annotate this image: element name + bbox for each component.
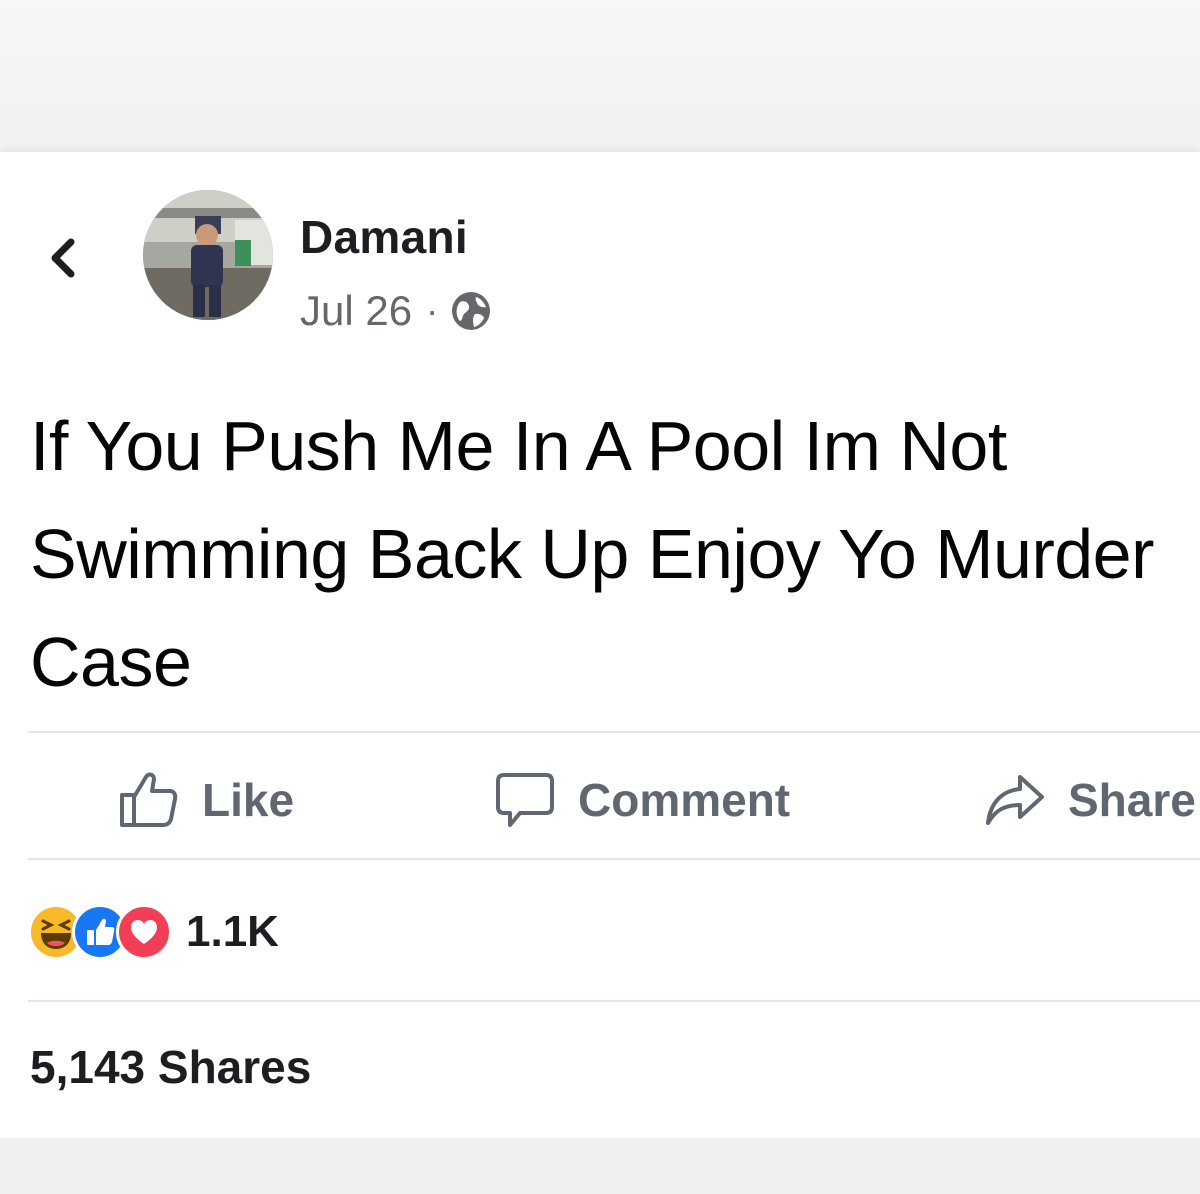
share-arrow-icon <box>986 775 1044 825</box>
divider-bottom <box>28 1000 1200 1002</box>
reaction-count: 1.1K <box>186 907 279 956</box>
like-button[interactable]: Like <box>118 760 294 840</box>
divider-middle <box>28 858 1200 860</box>
shares-count[interactable]: 5,143 Shares <box>30 1040 311 1094</box>
back-button[interactable] <box>40 228 84 288</box>
post-date[interactable]: Jul 26 <box>300 287 412 335</box>
chevron-left-icon <box>51 238 75 278</box>
post-meta: Jul 26 · <box>300 286 492 336</box>
avatar-photo <box>143 190 273 320</box>
like-label: Like <box>202 774 295 826</box>
share-button[interactable]: Share <box>984 760 1196 840</box>
meta-separator: · <box>426 290 439 331</box>
thumbs-up-icon <box>120 772 178 827</box>
love-reaction-icon <box>116 904 172 960</box>
avatar[interactable] <box>143 190 273 320</box>
post-text: If You Push Me In A Pool Im Not Swimming… <box>30 407 1154 701</box>
comment-button[interactable]: Comment <box>494 760 790 840</box>
author-name[interactable]: Damani <box>300 210 468 264</box>
comment-icon <box>496 773 554 827</box>
globe-icon <box>452 292 491 330</box>
divider-top <box>28 731 1200 733</box>
share-label: Share <box>1068 774 1196 826</box>
bottom-background <box>0 1138 1200 1194</box>
top-background <box>0 0 1200 150</box>
comment-label: Comment <box>578 774 791 826</box>
reaction-summary[interactable]: 1.1K <box>28 900 279 964</box>
